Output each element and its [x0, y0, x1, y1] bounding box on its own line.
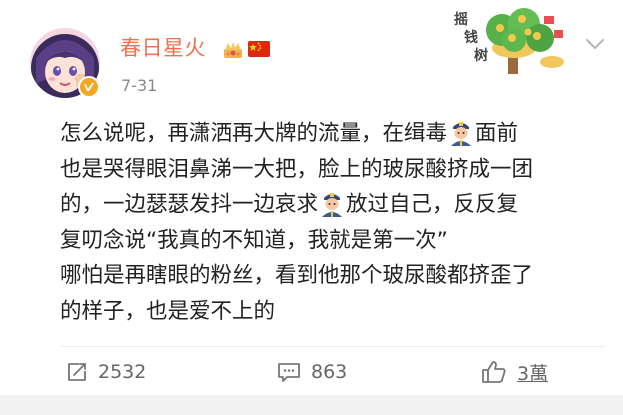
- police-officer-emoji-icon: [451, 122, 472, 146]
- sticker-char-3: 树: [474, 48, 488, 64]
- post-line: 的，一边瑟瑟发抖一边哀求 放过自己，反反复: [60, 187, 600, 223]
- post-line-text: 的样子，也是爱不上的: [60, 298, 276, 324]
- post-line-text: 的，一边瑟瑟发抖一边哀求: [60, 192, 319, 217]
- post-text: 怎么说呢，再潇洒再大牌的流量，在缉毒 面前 也是哭得眼泪鼻涕一大把，脸上的玻尿酸…: [60, 116, 600, 329]
- repost-button[interactable]: 2532: [66, 357, 146, 387]
- china-flag-icon: [248, 41, 270, 57]
- comment-button[interactable]: 863: [277, 357, 347, 387]
- comment-icon: [278, 363, 300, 382]
- post-line: 怎么说呢，再潇洒再大牌的流量，在缉毒 面前: [60, 116, 600, 152]
- comment-count: 863: [311, 361, 348, 383]
- post-line-text: 也是哭得眼泪鼻涕一大把，脸上的玻尿酸挤成一团: [60, 156, 534, 182]
- money-tree-sticker: 摇 钱 树: [442, 6, 572, 76]
- like-count: 3萬: [517, 362, 549, 385]
- post-line-text: 怎么说呢，再潇洒再大牌的流量，在缉毒: [60, 121, 448, 146]
- post-line: 哪怕是再瞎眼的粉丝，看到他那个玻尿酸都挤歪了: [60, 258, 600, 294]
- post-line-text: 放过自己，反反复: [346, 192, 519, 217]
- verified-badge-icon: [78, 76, 100, 98]
- police-officer-emoji-icon: [322, 193, 343, 217]
- post-line: 的样子，也是爱不上的: [60, 294, 600, 330]
- sticker-char-2: 钱: [464, 30, 478, 46]
- post-line-text: 哪怕是再瞎眼的粉丝，看到他那个玻尿酸都挤歪了: [60, 263, 534, 288]
- repost-count: 2532: [98, 361, 147, 383]
- like-button[interactable]: 3萬: [481, 357, 548, 387]
- post-line-text: 复叨念说“我真的不知道，我就是第一次”: [60, 227, 448, 253]
- sticker-char-1: 摇: [454, 12, 468, 28]
- username[interactable]: 春日星火: [120, 34, 206, 62]
- weibo-post-card: 春日星火 7-31 摇 钱 树 怎么说呢，再潇洒再大牌的流量，在缉毒 面前 也是…: [0, 0, 623, 395]
- repost-icon: [68, 363, 86, 381]
- post-line: 也是哭得眼泪鼻涕一大把，脸上的玻尿酸挤成一团: [60, 152, 600, 188]
- post-date[interactable]: 7-31: [121, 76, 157, 96]
- feed-gap: [0, 395, 623, 415]
- crown-badge-icon[interactable]: [222, 40, 244, 60]
- chevron-down-icon[interactable]: [584, 36, 606, 52]
- post-line: 复叨念说“我真的不知道，我就是第一次”: [60, 223, 600, 259]
- divider: [60, 346, 605, 347]
- post-line-text: 面前: [475, 121, 519, 146]
- thumbs-up-icon: [482, 361, 506, 383]
